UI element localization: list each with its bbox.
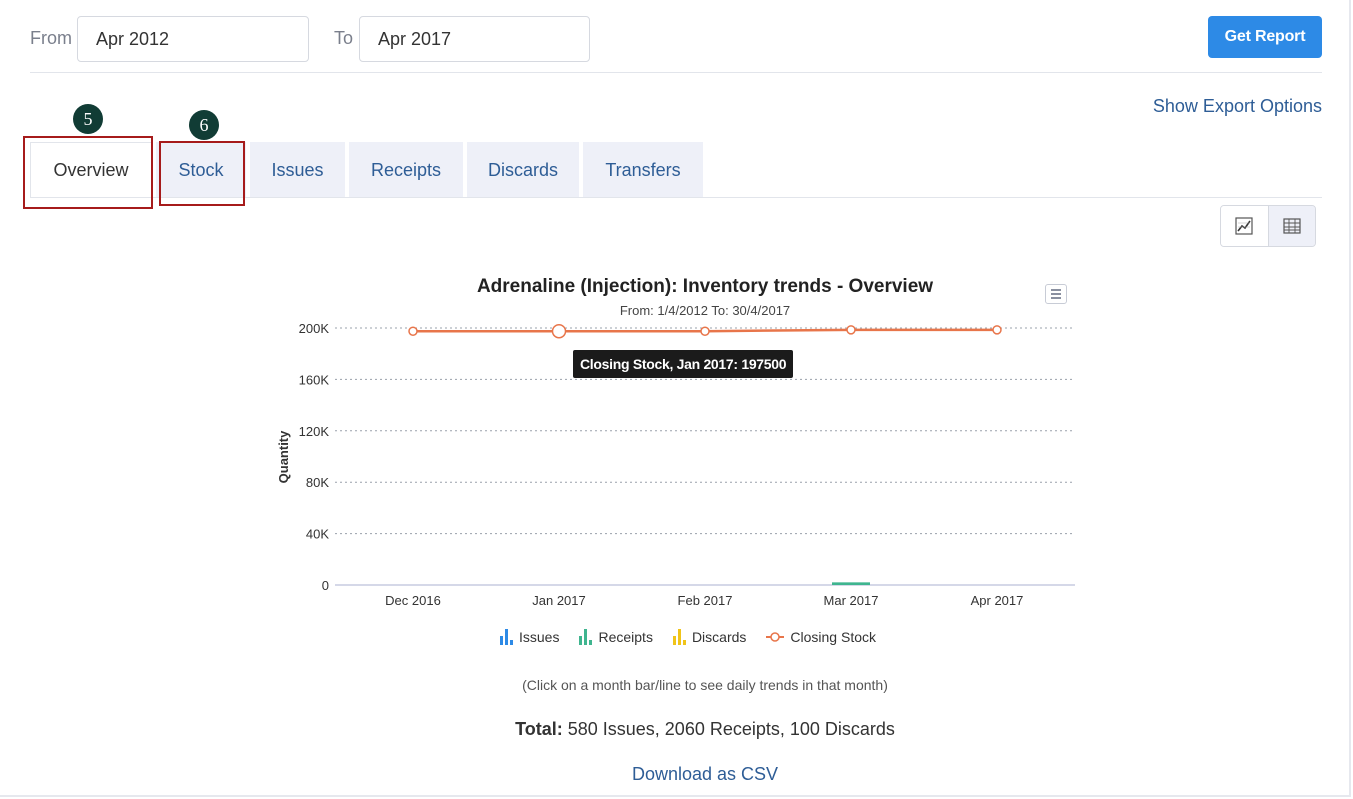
- chart-tooltip: Closing Stock, Jan 2017: 197500: [573, 350, 794, 378]
- bar-chart-icon: [500, 629, 513, 645]
- legend-label: Discards: [691, 629, 747, 645]
- chart-legend: Issues Receipts Discards Closing Stock: [500, 629, 876, 645]
- y-tick-label: 160K: [299, 372, 330, 387]
- closing-stock-point: [992, 325, 1002, 335]
- bar-chart-icon: [579, 629, 593, 645]
- legend-label: Receipts: [598, 629, 653, 645]
- x-tick-label: Feb 2017: [678, 593, 733, 608]
- y-tick-label: 0: [322, 578, 329, 593]
- y-axis-label: Quantity: [276, 430, 291, 483]
- x-tick-label: Mar 2017: [824, 593, 879, 608]
- bar-chart-icon: [672, 629, 686, 645]
- totals-label: Total:: [515, 719, 563, 739]
- bar-receipts: [832, 582, 870, 585]
- y-tick-label: 200K: [299, 321, 330, 336]
- y-tick-label: 40K: [306, 527, 329, 542]
- legend-discards[interactable]: Discards: [672, 629, 747, 645]
- y-tick-label: 80K: [306, 475, 329, 490]
- legend-closing-stock[interactable]: Closing Stock: [766, 629, 876, 645]
- totals-summary: Total: 580 Issues, 2060 Receipts, 100 Di…: [405, 719, 1005, 740]
- legend-issues[interactable]: Issues: [500, 629, 559, 645]
- totals-text: 580 Issues, 2060 Receipts, 100 Discards: [567, 719, 895, 739]
- closing-stock-point: [551, 323, 567, 339]
- x-tick-label: Apr 2017: [971, 593, 1024, 608]
- line-marker-icon: [766, 632, 785, 642]
- closing-stock-point: [408, 326, 418, 336]
- download-csv-link[interactable]: Download as CSV: [405, 764, 1005, 785]
- legend-label: Closing Stock: [790, 629, 876, 645]
- legend-label: Issues: [519, 629, 560, 645]
- chart-hint: (Click on a month bar/line to see daily …: [522, 677, 888, 693]
- x-tick-label: Jan 2017: [532, 593, 586, 608]
- x-tick-label: Dec 2016: [385, 593, 441, 608]
- closing-stock-point: [846, 325, 856, 335]
- legend-receipts[interactable]: Receipts: [579, 629, 653, 645]
- closing-stock-point: [700, 326, 710, 336]
- y-tick-label: 120K: [299, 424, 330, 439]
